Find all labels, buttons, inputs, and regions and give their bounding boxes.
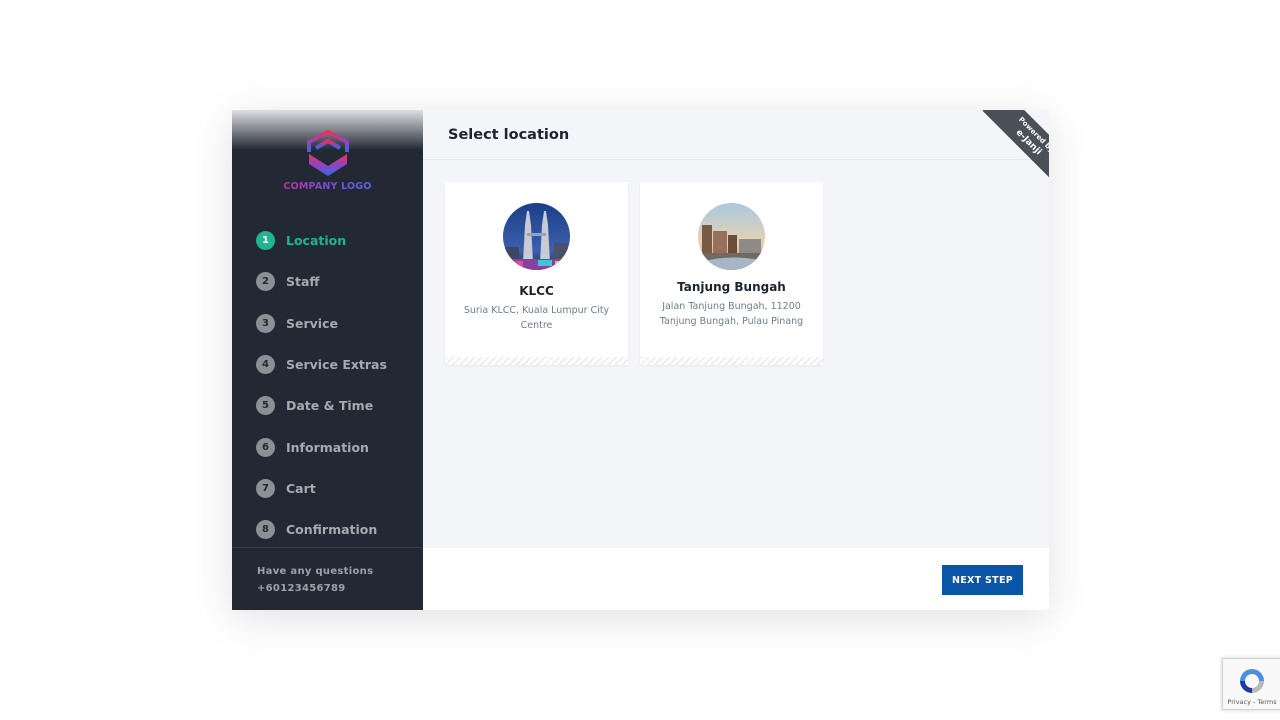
page-title: Select location [448, 127, 570, 143]
logo-text: COMPANY LOGO [232, 181, 423, 192]
booking-widget: COMPANY LOGO 1 Location 2 Staff 3 Servic… [232, 110, 1049, 610]
powered-by-ribbon[interactable]: Powered by e-Janji [975, 110, 1049, 184]
step-label: Cart [286, 480, 316, 496]
recaptcha-badge[interactable]: Privacy - Terms [1222, 658, 1280, 710]
step-service-extras[interactable]: 4 Service Extras [256, 344, 387, 385]
step-service[interactable]: 3 Service [256, 303, 387, 344]
next-step-button[interactable]: NEXT STEP [942, 565, 1023, 595]
sidebar: COMPANY LOGO 1 Location 2 Staff 3 Servic… [232, 110, 423, 610]
klcc-towers-photo-icon [503, 203, 570, 270]
location-card-tanjung-bungah[interactable]: Tanjung Bungah Jalan Tanjung Bungah, 112… [640, 182, 823, 365]
step-label: Location [286, 233, 347, 249]
step-number: 4 [256, 355, 275, 375]
location-name: Tanjung Bungah [677, 280, 786, 294]
step-location[interactable]: 1 Location [256, 220, 387, 261]
step-information[interactable]: 6 Information [256, 426, 387, 467]
company-logo: COMPANY LOGO [232, 130, 423, 192]
step-label: Date & Time [286, 398, 374, 414]
step-number: 8 [256, 520, 275, 540]
step-label: Service Extras [286, 357, 387, 373]
ribbon-banner: Powered by e-Janji [982, 110, 1049, 184]
steps-list: 1 Location 2 Staff 3 Service 4 Service E… [256, 220, 387, 550]
step-number: 1 [256, 231, 275, 251]
recaptcha-icon [1240, 669, 1264, 693]
step-number: 6 [256, 437, 275, 457]
location-name: KLCC [519, 284, 554, 298]
step-date-time[interactable]: 5 Date & Time [256, 385, 387, 426]
location-cards: KLCC Suria KLCC, Kuala Lumpur City Centr… [445, 182, 823, 365]
step-number: 7 [256, 478, 275, 498]
sidebar-contact: Have any questions +60123456789 [232, 547, 423, 610]
recaptcha-links[interactable]: Privacy - Terms [1223, 698, 1280, 706]
step-number: 3 [256, 313, 275, 333]
main-header: Select location [423, 110, 1049, 160]
contact-question: Have any questions [257, 566, 374, 577]
contact-phone[interactable]: +60123456789 [257, 580, 423, 597]
seaside-city-photo-icon [698, 203, 765, 270]
main-panel: Select location KLCC Suria KLCC, Kuala L… [423, 110, 1049, 610]
hexagon-logo-icon [306, 130, 349, 176]
step-confirmation[interactable]: 8 Confirmation [256, 509, 387, 550]
location-address: Suria KLCC, Kuala Lumpur City Centre [463, 305, 610, 331]
step-staff[interactable]: 2 Staff [256, 261, 387, 302]
step-number: 5 [256, 396, 275, 416]
step-cart[interactable]: 7 Cart [256, 468, 387, 509]
location-address: Jalan Tanjung Bungah, 11200 Tanjung Bung… [659, 301, 804, 327]
location-card-klcc[interactable]: KLCC Suria KLCC, Kuala Lumpur City Centr… [445, 182, 628, 365]
step-label: Confirmation [286, 522, 378, 538]
step-label: Service [286, 315, 338, 331]
step-label: Staff [286, 274, 320, 290]
step-number: 2 [256, 272, 275, 292]
footer-bar: NEXT STEP [423, 548, 1049, 610]
step-label: Information [286, 439, 369, 455]
